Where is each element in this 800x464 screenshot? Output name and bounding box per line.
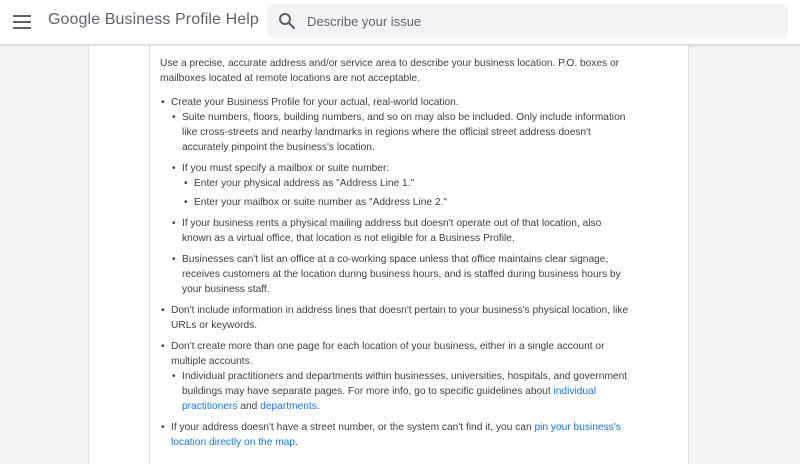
list-item: If your business rents a physical mailin… [172,216,630,246]
article-body: Use a precise, accurate address and/or s… [160,56,630,456]
hamburger-menu-icon [13,15,31,29]
list-item: Businesses can't list an office at a co-… [172,252,630,297]
main-menu-button[interactable] [10,10,34,34]
list-item: Create your Business Profile for your ac… [161,95,630,297]
article-section: Use a precise, accurate address and/or s… [149,44,680,464]
list-item: Suite numbers, floors, building numbers,… [172,110,630,155]
search-input[interactable] [307,4,767,38]
sub-list: Individual practitioners and departments… [171,369,630,414]
list-item: If your address doesn't have a street nu… [161,420,630,450]
sub-sub-list: Enter your physical address as "Address … [182,176,630,210]
search-bar[interactable] [267,4,788,38]
help-center-title[interactable]: Google Business Profile Help [48,11,259,29]
top-app-bar: Google Business Profile Help [0,0,800,45]
search-icon[interactable] [278,12,296,30]
article-card: Use a precise, accurate address and/or s… [88,44,689,464]
list-item-text: and [237,401,261,412]
list-item-text: Don't create more than one page for each… [171,341,605,367]
list-item-text: If your address doesn't have a street nu… [171,422,535,433]
intro-paragraph: Use a precise, accurate address and/or s… [160,58,620,84]
list-item-text: . [316,401,320,412]
guidelines-list: Create your Business Profile for your ac… [160,95,630,450]
list-item: Don't create more than one page for each… [161,339,630,414]
list-item: If you must specify a mailbox or suite n… [172,161,630,210]
list-item: Enter your mailbox or suite number as "A… [184,195,630,210]
list-item: Individual practitioners and departments… [172,369,630,414]
list-item-text: If you must specify a mailbox or suite n… [182,163,390,174]
departments-link[interactable]: departments [260,401,317,412]
list-item: Don't include information in address lin… [161,303,630,333]
sub-list: Suite numbers, floors, building numbers,… [171,110,630,297]
list-item-text: Create your Business Profile for your ac… [171,97,459,108]
list-item: Enter your physical address as "Address … [184,176,630,191]
